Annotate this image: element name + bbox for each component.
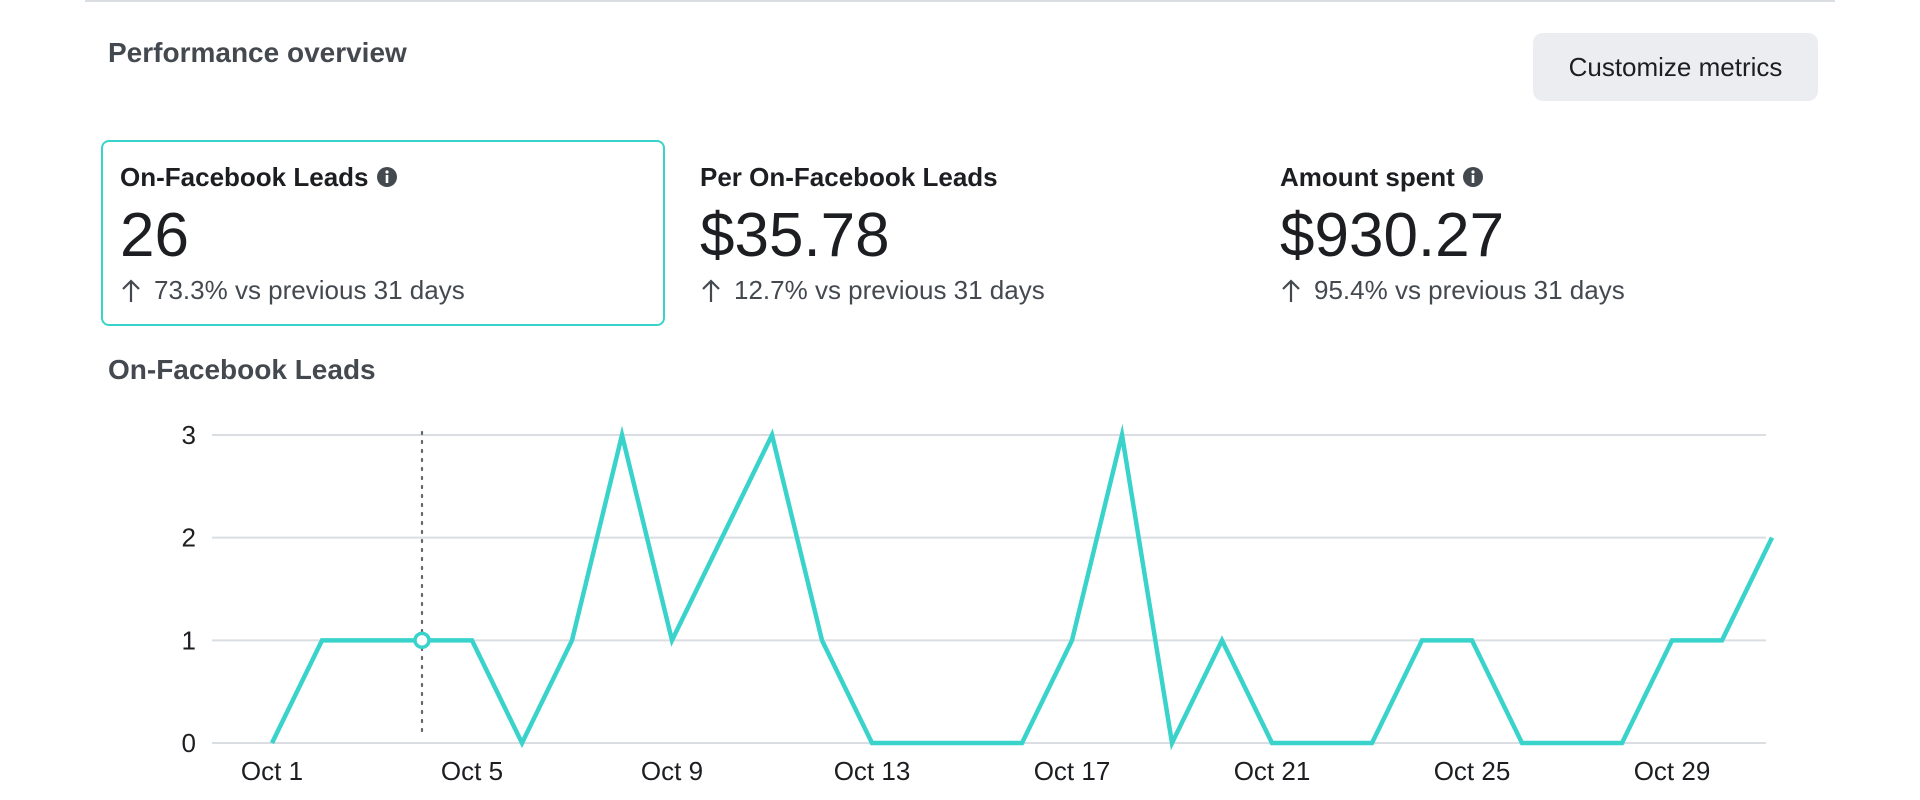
x-tick-label: Oct 29	[1634, 756, 1711, 786]
x-tick-label: Oct 1	[241, 756, 303, 786]
y-tick-label: 2	[182, 523, 196, 553]
y-tick-label: 3	[182, 420, 196, 450]
x-tick-label: Oct 21	[1234, 756, 1311, 786]
x-tick-label: Oct 5	[441, 756, 503, 786]
series-line-on-facebook-leads	[269, 423, 1775, 751]
y-tick-label: 0	[182, 728, 196, 758]
x-tick-label: Oct 13	[834, 756, 911, 786]
x-tick-label: Oct 9	[641, 756, 703, 786]
y-tick-label: 1	[182, 625, 196, 655]
hover-point-marker	[413, 631, 431, 650]
leads-line-chart[interactable]: 0 1 2 3 Oct 1 Oct 5 Oct 9 Oct 13 Oct 17 Oct 21 Oct…	[0, 0, 1920, 800]
x-tick-label: Oct 17	[1034, 756, 1111, 786]
x-tick-label: Oct 25	[1434, 756, 1511, 786]
